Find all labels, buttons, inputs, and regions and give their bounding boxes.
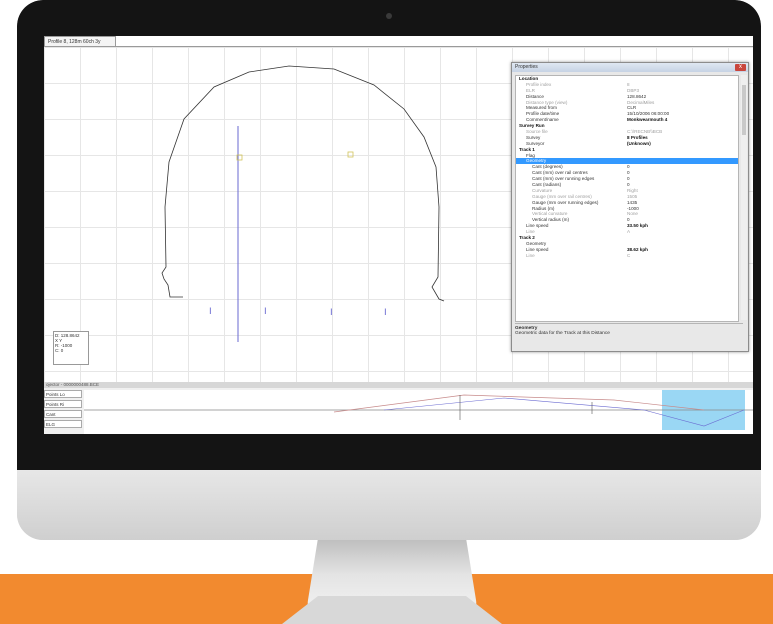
properties-title: Properties	[515, 64, 538, 70]
track-chart[interactable]	[84, 390, 753, 434]
points-right-selector[interactable]: Points Ri	[44, 400, 82, 408]
properties-window[interactable]: Properties x Location Profile index 8 ELR DB…	[511, 62, 749, 352]
cant-selector[interactable]: Cant	[44, 410, 82, 418]
rail-marker-3: I	[330, 308, 333, 318]
property-key: Line	[526, 252, 535, 258]
close-icon: x	[739, 64, 742, 70]
rail-marker-4: I	[384, 308, 387, 318]
marker-square-2	[347, 151, 354, 158]
track-projector-panel: ojector - 0000000488.BCE Points Lo Point…	[44, 382, 753, 434]
track-lines	[84, 394, 753, 427]
property-grid[interactable]: Location Profile index 8 ELR DBP3 Distance 128…	[515, 75, 739, 322]
elg-selector[interactable]: ELG	[44, 420, 82, 428]
rail-marker-1: I	[209, 307, 212, 317]
position-readout: D: 128.8642 X Y R: -1000 C: 0	[53, 331, 89, 365]
close-button[interactable]: x	[735, 64, 746, 71]
tunnel-profile-line	[161, 65, 445, 302]
points-left-selector[interactable]: Points Lo	[44, 390, 82, 398]
tab-label: Profile 8, 128m 60ch 3y	[48, 39, 101, 45]
description-text: Geometric data for the Track at this Dis…	[515, 331, 610, 336]
readout-cant: C: 0	[55, 348, 64, 353]
scrollbar-thumb[interactable]	[742, 85, 746, 135]
monitor-chin	[17, 470, 761, 540]
projector-title: ojector - 0000000488.BCE	[44, 382, 753, 388]
app-screen: Profile 8, 128m 60ch 3y I I I I D: 128.8…	[44, 36, 753, 434]
property-scrollbar[interactable]	[741, 75, 747, 320]
rail-marker-2: I	[264, 307, 267, 317]
property-row[interactable]: Line C	[516, 253, 738, 259]
camera-icon	[386, 13, 392, 19]
properties-titlebar[interactable]: Properties x	[512, 63, 748, 72]
property-description: Geometry Geometric data for the Track at…	[515, 323, 743, 348]
property-value: C	[627, 252, 631, 258]
